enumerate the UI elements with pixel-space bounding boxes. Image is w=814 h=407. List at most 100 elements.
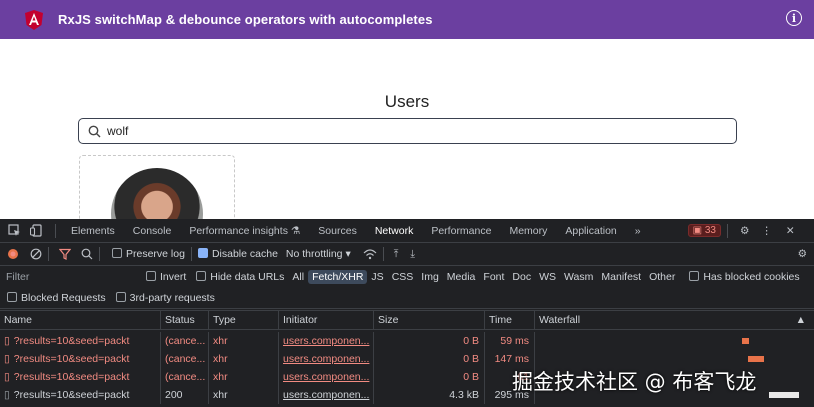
- import-har-icon[interactable]: ⤒: [394, 248, 399, 261]
- checkbox-box: [112, 248, 122, 258]
- user-card[interactable]: [79, 155, 235, 225]
- has-blocked-cookies-label: Has blocked cookies: [703, 271, 800, 283]
- sort-ascending-icon: ▲: [795, 314, 806, 326]
- disable-cache-checkbox[interactable]: Disable cache: [197, 248, 278, 260]
- info-icon[interactable]: i: [786, 10, 802, 26]
- filter-icon[interactable]: [59, 248, 71, 260]
- column-type[interactable]: Type: [208, 311, 278, 329]
- network-settings-gear-icon[interactable]: ⚙: [798, 248, 807, 260]
- tab-elements[interactable]: Elements: [62, 225, 124, 237]
- type-cell: xhr: [208, 332, 278, 350]
- blocked-filter-bar: Blocked Requests 3rd-party requests: [0, 288, 814, 309]
- network-toolbar: Preserve log Disable cache No throttling…: [0, 243, 814, 266]
- size-cell: 0 B: [373, 350, 484, 368]
- filter-bar: Filter Invert Hide data URLs All Fetch/X…: [0, 266, 814, 288]
- avatar: [111, 168, 203, 224]
- search-icon[interactable]: [81, 248, 93, 260]
- column-waterfall[interactable]: Waterfall ▲: [534, 311, 814, 329]
- settings-gear-icon[interactable]: ⚙: [740, 225, 749, 237]
- filter-input[interactable]: Filter: [6, 271, 146, 283]
- third-party-requests-label: 3rd-party requests: [129, 292, 215, 304]
- column-time[interactable]: Time: [484, 311, 534, 329]
- tab-console[interactable]: Console: [124, 225, 181, 237]
- third-party-requests-checkbox[interactable]: 3rd-party requests: [115, 292, 215, 304]
- record-icon[interactable]: [7, 248, 19, 260]
- invert-checkbox[interactable]: Invert: [146, 271, 186, 283]
- export-har-icon[interactable]: ⤓: [410, 248, 415, 261]
- document-icon: ▯: [4, 335, 10, 347]
- search-field[interactable]: [78, 118, 737, 144]
- divider: [726, 223, 728, 238]
- column-size[interactable]: Size: [373, 311, 484, 329]
- filter-type-media[interactable]: Media: [443, 270, 480, 284]
- column-status[interactable]: Status: [160, 311, 208, 329]
- column-initiator[interactable]: Initiator: [278, 311, 373, 329]
- checkbox-box: [689, 271, 700, 281]
- size-cell: 4.3 kB: [373, 386, 484, 404]
- waterfall-bar: [748, 356, 764, 362]
- more-tabs-button[interactable]: »: [626, 225, 650, 237]
- checkbox-box: [115, 292, 126, 302]
- column-waterfall-label: Waterfall: [539, 314, 581, 326]
- tab-network[interactable]: Network: [366, 225, 423, 237]
- filter-type-font[interactable]: Font: [479, 270, 508, 284]
- size-cell: 0 B: [373, 332, 484, 350]
- tab-application[interactable]: Application: [556, 225, 625, 237]
- request-name-cell: ▯ ?results=10&seed=packt: [0, 386, 160, 404]
- filter-type-js[interactable]: JS: [367, 270, 387, 284]
- search-icon: [88, 125, 101, 137]
- filter-type-doc[interactable]: Doc: [508, 270, 535, 284]
- network-conditions-icon[interactable]: [363, 248, 377, 260]
- search-input[interactable]: [107, 124, 667, 138]
- error-badge[interactable]: ▣ 33: [687, 224, 721, 237]
- filter-type-ws[interactable]: WS: [535, 270, 560, 284]
- status-cell: (cance...: [160, 350, 208, 368]
- divider: [382, 247, 384, 261]
- clear-icon[interactable]: [30, 248, 42, 260]
- chevron-down-icon: ▾: [345, 248, 351, 260]
- has-blocked-cookies-checkbox[interactable]: Has blocked cookies: [689, 271, 800, 283]
- disable-cache-label: Disable cache: [211, 248, 278, 260]
- status-cell: (cance...: [160, 368, 208, 386]
- filter-type-wasm[interactable]: Wasm: [560, 270, 597, 284]
- request-name: ?results=10&seed=packt: [13, 335, 130, 347]
- tab-memory[interactable]: Memory: [500, 225, 556, 237]
- filter-type-other[interactable]: Other: [645, 270, 679, 284]
- device-toolbar-icon[interactable]: [30, 224, 43, 237]
- filter-type-img[interactable]: Img: [417, 270, 443, 284]
- initiator-link[interactable]: users.componen...: [278, 332, 373, 350]
- tab-performance-insights[interactable]: Performance insights ⚗: [180, 225, 309, 237]
- preserve-log-label: Preserve log: [126, 248, 185, 260]
- tab-sources[interactable]: Sources: [309, 225, 366, 237]
- initiator-link[interactable]: users.componen...: [278, 368, 373, 386]
- angular-logo-icon: [24, 9, 44, 30]
- size-cell: 0 B: [373, 368, 484, 386]
- filter-type-fetch-xhr[interactable]: Fetch/XHR: [308, 270, 368, 284]
- hide-data-urls-label: Hide data URLs: [210, 271, 285, 283]
- page-title: Users: [384, 92, 430, 111]
- column-name[interactable]: Name: [0, 311, 160, 329]
- checkbox-box: [146, 271, 156, 281]
- initiator-link[interactable]: users.componen...: [278, 386, 373, 404]
- table-row[interactable]: ▯ ?results=10&seed=packt (cance... xhr us…: [0, 332, 814, 350]
- divider: [48, 247, 49, 261]
- document-icon: ▯: [4, 389, 10, 401]
- filter-type-all[interactable]: All: [288, 270, 308, 284]
- requests-table-header: Name Status Type Initiator Size Time Wat…: [0, 310, 814, 330]
- tab-performance[interactable]: Performance: [422, 225, 500, 237]
- flask-icon: ⚗: [290, 224, 301, 237]
- close-icon[interactable]: ✕: [786, 225, 795, 237]
- checkbox-box: [196, 271, 207, 281]
- filter-type-css[interactable]: CSS: [388, 270, 418, 284]
- request-name: ?results=10&seed=packt: [13, 389, 130, 401]
- blocked-requests-checkbox[interactable]: Blocked Requests: [7, 292, 106, 304]
- throttling-select[interactable]: No throttling ▾: [286, 248, 351, 260]
- preserve-log-checkbox[interactable]: Preserve log: [112, 248, 185, 260]
- request-name-cell: ▯ ?results=10&seed=packt: [0, 350, 160, 368]
- inspect-element-icon[interactable]: [8, 224, 21, 237]
- more-vert-icon[interactable]: ⋮: [761, 225, 772, 237]
- initiator-link[interactable]: users.componen...: [278, 350, 373, 368]
- hide-data-urls-checkbox[interactable]: Hide data URLs: [196, 271, 284, 283]
- filter-type-manifest[interactable]: Manifest: [597, 270, 645, 284]
- devtools-tabbar: Elements Console Performance insights ⚗ …: [0, 219, 814, 243]
